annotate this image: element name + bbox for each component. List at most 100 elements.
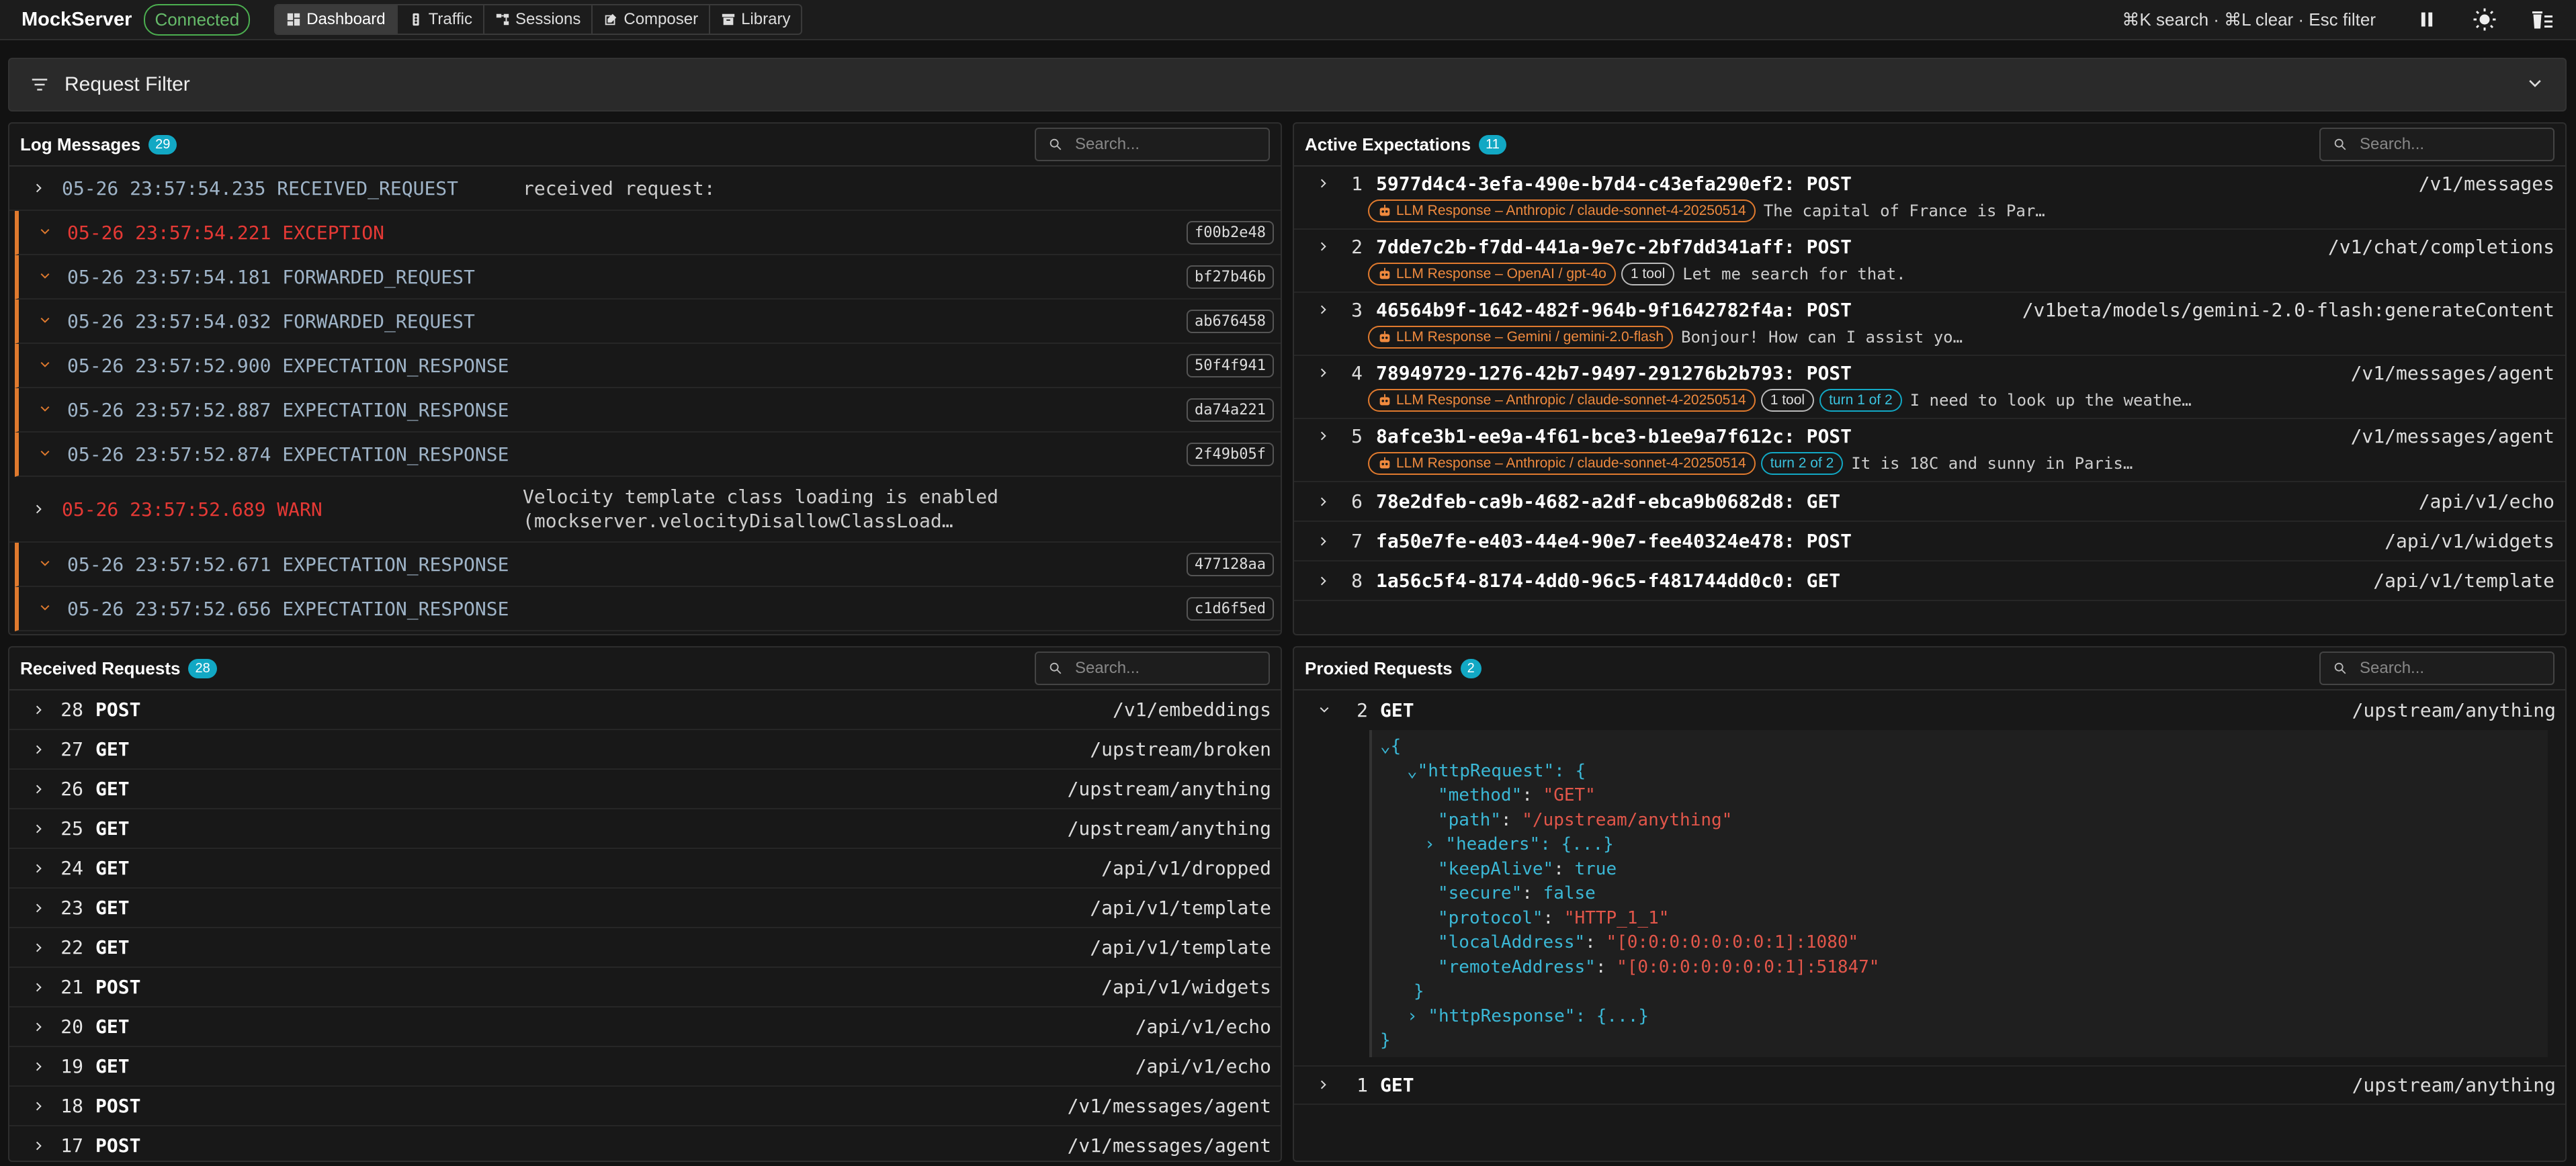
received-request-row[interactable]: 27 GET/upstream/broken — [9, 730, 1281, 770]
received-request-row[interactable]: 25 GET/upstream/anything — [9, 809, 1281, 849]
response-preview: It is 18C and sunny in Paris… — [1851, 454, 2133, 473]
expectation-path: /v1beta/models/gemini-2.0-flash:generate… — [2022, 298, 2554, 321]
chevron-right-icon[interactable] — [1314, 429, 1334, 443]
chevron-down-icon[interactable] — [1314, 703, 1334, 718]
log-row[interactable]: 05-26 23:57:52.656 EXPECTATION_RESPONSE … — [15, 587, 1281, 631]
chevron-down-icon[interactable] — [35, 601, 55, 616]
expectation-id: 8afce3b1-ee9a-4f61-bce3-b1ee9a7f612c: — [1376, 424, 1795, 447]
pause-button[interactable] — [2415, 7, 2439, 32]
expectation-row[interactable]: 7 fa50e7fe-e403-44e4-90e7-fee40324e478: … — [1294, 522, 2565, 562]
expand-toggle[interactable]: › — [1407, 1006, 1428, 1026]
chevron-right-icon[interactable] — [30, 861, 50, 876]
llm-response-tag-label: LLM Response – Anthropic / claude-sonnet… — [1396, 455, 1746, 471]
proxied-search-input[interactable]: Search... — [2319, 652, 2554, 685]
collapse-toggle[interactable]: ⌄ — [1380, 736, 1391, 756]
log-row[interactable]: 05-26 23:57:54.181 FORWARDED_REQUEST bf2… — [15, 255, 1281, 300]
theme-toggle-button[interactable] — [2473, 7, 2497, 32]
received-request-row[interactable]: 26 GET/upstream/anything — [9, 770, 1281, 809]
chevron-down-icon[interactable] — [2525, 75, 2545, 95]
expectation-row[interactable]: 1 5977d4c4-3efa-490e-b7d4-c43efa290ef2: … — [1294, 167, 2565, 230]
received-request-row[interactable]: 22 GET/api/v1/template — [9, 928, 1281, 968]
received-request-row[interactable]: 19 GET/api/v1/echo — [9, 1047, 1281, 1087]
chevron-right-icon[interactable] — [1314, 574, 1334, 588]
chevron-down-icon[interactable] — [35, 314, 55, 328]
log-row[interactable]: 05-26 23:57:54.235 RECEIVED_REQUEST rece… — [9, 167, 1281, 211]
chevron-down-icon[interactable] — [35, 225, 55, 240]
request-path: /upstream/anything — [2352, 699, 2556, 721]
log-search-input[interactable]: Search... — [1035, 128, 1270, 161]
chevron-down-icon[interactable] — [35, 358, 55, 373]
chevron-right-icon[interactable] — [1314, 1077, 1334, 1092]
expectation-row[interactable]: 6 78e2dfeb-ca9b-4682-a2df-ebca9b0682d8: … — [1294, 482, 2565, 522]
request-path: /api/v1/template — [1090, 936, 1271, 958]
chevron-down-icon[interactable] — [35, 269, 55, 284]
chevron-right-icon[interactable] — [30, 821, 50, 836]
log-row[interactable]: 05-26 23:57:52.671 EXPECTATION_RESPONSE … — [15, 543, 1281, 587]
robot-icon — [1379, 204, 1390, 216]
log-row[interactable]: 05-26 23:57:54.032 FORWARDED_REQUEST ab6… — [15, 300, 1281, 344]
expectation-row[interactable]: 5 8afce3b1-ee9a-4f61-bce3-b1ee9a7f612c: … — [1294, 419, 2565, 482]
chevron-right-icon[interactable] — [1314, 239, 1334, 254]
log-row[interactable]: 05-26 23:57:52.887 EXPECTATION_RESPONSE … — [15, 388, 1281, 433]
log-type: EXPECTATION_RESPONSE — [282, 398, 509, 421]
request-method: GET — [1380, 699, 1414, 721]
expand-toggle[interactable]: › — [1424, 834, 1445, 854]
chevron-right-icon[interactable] — [30, 1099, 50, 1114]
expectation-row[interactable]: 2 7dde7c2b-f7dd-441a-9e7c-2bf7dd341aff: … — [1294, 230, 2565, 293]
chevron-right-icon[interactable] — [30, 901, 50, 915]
log-row[interactable]: 05-26 23:57:52.900 EXPECTATION_RESPONSE … — [15, 344, 1281, 388]
chevron-right-icon[interactable] — [30, 703, 50, 717]
nav-composer[interactable]: Composer — [593, 5, 711, 34]
log-row[interactable]: 05-26 23:57:54.221 EXCEPTION f00b2e48 — [15, 211, 1281, 255]
chevron-right-icon[interactable] — [30, 502, 50, 517]
expectations-search-input[interactable]: Search... — [2319, 128, 2554, 161]
chevron-right-icon[interactable] — [30, 782, 50, 797]
log-row[interactable]: 05-26 23:57:52.874 EXPECTATION_RESPONSE … — [15, 433, 1281, 477]
chevron-right-icon[interactable] — [1314, 365, 1334, 380]
request-method: POST — [95, 699, 141, 721]
expectation-row[interactable]: 3 46564b9f-1642-482f-964b-9f1642782f4a: … — [1294, 293, 2565, 356]
nav-traffic[interactable]: Traffic — [398, 5, 484, 34]
chevron-right-icon[interactable] — [30, 742, 50, 757]
proxied-request-row[interactable]: 2 GET /upstream/anything — [1294, 690, 2565, 730]
request-filter-bar[interactable]: Request Filter — [8, 58, 2567, 111]
chevron-right-icon[interactable] — [30, 181, 50, 195]
received-search-input[interactable]: Search... — [1035, 652, 1270, 685]
log-messages-title: Log Messages — [20, 134, 141, 154]
clear-all-button[interactable] — [2530, 7, 2554, 32]
received-request-row[interactable]: 18 POST/v1/messages/agent — [9, 1087, 1281, 1126]
log-type: WARN — [277, 498, 323, 521]
expectation-row[interactable]: 8 1a56c5f4-8174-4dd0-96c5-f481744dd0c0: … — [1294, 562, 2565, 601]
expectation-path: /v1/messages/agent — [2350, 424, 2554, 447]
received-request-row[interactable]: 24 GET/api/v1/dropped — [9, 849, 1281, 889]
chevron-right-icon[interactable] — [1314, 534, 1334, 549]
received-request-row[interactable]: 21 POST/api/v1/widgets — [9, 968, 1281, 1007]
collapse-toggle[interactable]: ⌄ — [1407, 761, 1418, 781]
nav-composer-label: Composer — [624, 10, 699, 28]
expectation-method: GET — [1806, 490, 1841, 512]
json-value: "[0:0:0:0:0:0:0:1]:1080" — [1606, 932, 1859, 952]
log-row[interactable]: 05-26 23:57:52.689 WARN Velocity templat… — [9, 477, 1281, 543]
chevron-down-icon[interactable] — [35, 402, 55, 417]
chevron-right-icon[interactable] — [30, 980, 50, 995]
search-icon — [2334, 662, 2346, 674]
received-request-row[interactable]: 20 GET/api/v1/echo — [9, 1007, 1281, 1047]
chevron-right-icon[interactable] — [30, 1059, 50, 1074]
chevron-right-icon[interactable] — [1314, 176, 1334, 191]
expectation-row[interactable]: 4 78949729-1276-42b7-9497-291276b2b793: … — [1294, 356, 2565, 419]
chevron-right-icon[interactable] — [30, 940, 50, 955]
chevron-down-icon[interactable] — [35, 447, 55, 461]
nav-dashboard[interactable]: Dashboard — [275, 5, 398, 34]
received-request-row[interactable]: 17 POST/v1/messages/agent — [9, 1126, 1281, 1161]
nav-sessions[interactable]: Sessions — [484, 5, 593, 34]
chevron-down-icon[interactable] — [35, 557, 55, 572]
chevron-right-icon[interactable] — [1314, 302, 1334, 317]
nav-library[interactable]: Library — [710, 5, 801, 34]
received-request-row[interactable]: 28 POST/v1/embeddings — [9, 690, 1281, 730]
chevron-right-icon[interactable] — [30, 1020, 50, 1034]
chevron-right-icon[interactable] — [30, 1138, 50, 1153]
received-request-row[interactable]: 23 GET/api/v1/template — [9, 889, 1281, 928]
chevron-right-icon[interactable] — [1314, 494, 1334, 509]
filter-icon — [32, 79, 48, 91]
proxied-request-row[interactable]: 1 GET /upstream/anything — [1294, 1065, 2565, 1105]
